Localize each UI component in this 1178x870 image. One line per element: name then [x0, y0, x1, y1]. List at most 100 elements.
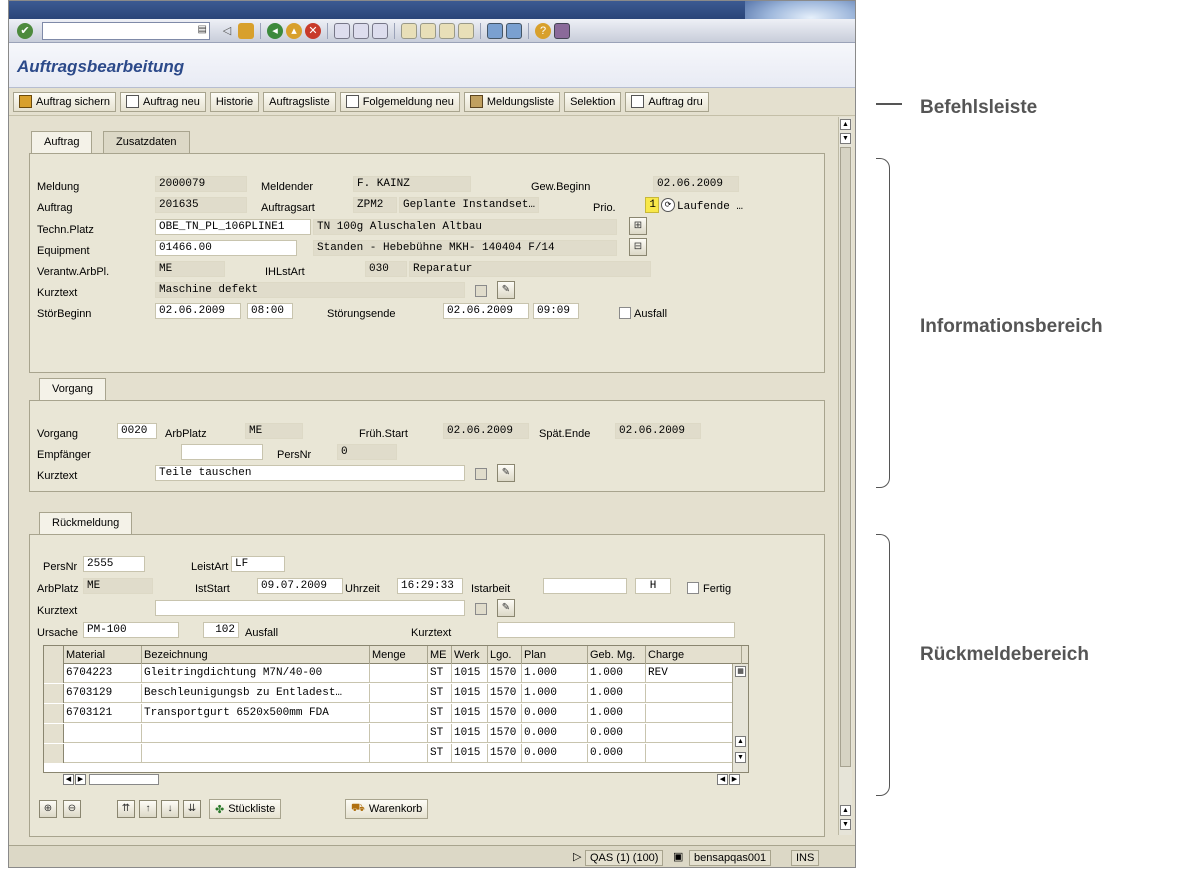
tab-auftrag[interactable]: Auftrag — [31, 131, 93, 153]
selection-button[interactable]: Selektion — [564, 91, 622, 112]
column-header[interactable]: Charge — [646, 646, 742, 664]
auftrag-field[interactable]: 201635 — [155, 197, 247, 213]
table-cell[interactable]: 1015 — [452, 744, 488, 763]
column-header[interactable]: Plan — [522, 646, 588, 664]
table-cell[interactable]: 0.000 — [522, 704, 588, 723]
new-order-button[interactable]: Auftrag neu — [119, 91, 206, 112]
tab-vorgang[interactable]: Vorgang — [39, 378, 106, 400]
table-hscroll-thumb[interactable] — [89, 774, 159, 785]
status-expand-icon[interactable]: ▷ — [569, 850, 585, 866]
scroll-down-arrow[interactable]: ▼ — [840, 133, 851, 144]
first-entry-icon[interactable]: ⇈ — [117, 800, 135, 818]
table-cell[interactable]: Transportgurt 6520x500mm FDA — [142, 704, 370, 723]
table-scroll-up-arrow[interactable]: ▲ — [735, 736, 746, 747]
shortcut-icon[interactable] — [506, 22, 522, 39]
table-cell[interactable] — [646, 704, 742, 723]
table-cell[interactable]: 0.000 — [522, 724, 588, 743]
table-cell[interactable]: ST — [428, 704, 452, 723]
stoerbeginn-date[interactable]: 02.06.2009 — [155, 303, 241, 319]
table-scroll-right-arrow-right[interactable]: ▶ — [729, 774, 740, 785]
ursache-code-field[interactable]: PM-100 — [83, 622, 179, 638]
istarbeit-field[interactable] — [543, 578, 627, 594]
table-cell[interactable] — [370, 664, 428, 683]
refresh-icon[interactable]: ⟳ — [661, 198, 675, 212]
table-cell[interactable]: 6703129 — [64, 684, 142, 703]
table-cell[interactable] — [646, 724, 742, 743]
system-info[interactable]: QAS (1) (100) — [585, 850, 664, 866]
back-arrow-icon[interactable]: ◁ — [219, 23, 235, 39]
column-header[interactable]: Material — [64, 646, 142, 664]
column-header[interactable]: ME — [428, 646, 452, 664]
stoerende-date[interactable]: 02.06.2009 — [443, 303, 529, 319]
next-page-icon[interactable] — [439, 22, 455, 39]
table-cell[interactable] — [64, 744, 142, 763]
table-cell[interactable]: 0.000 — [588, 724, 646, 743]
column-header[interactable]: Menge — [370, 646, 428, 664]
last-entry-icon[interactable]: ⇊ — [183, 800, 201, 818]
unit-field[interactable]: H — [635, 578, 671, 594]
vorgang-field[interactable]: 0020 — [117, 423, 157, 439]
gewbeginn-field[interactable]: 02.06.2009 — [653, 176, 739, 192]
vorgang-longtext-edit-icon[interactable]: ✎ — [497, 464, 515, 482]
table-cell[interactable]: 1015 — [452, 724, 488, 743]
ursache-kurztext-field[interactable] — [497, 622, 735, 638]
rm-persnr-field[interactable]: 2555 — [83, 556, 145, 572]
table-cell[interactable]: 1.000 — [588, 664, 646, 683]
prev-page-icon[interactable] — [420, 22, 436, 39]
next-entry-icon[interactable]: ↓ — [161, 800, 179, 818]
row-selector[interactable] — [44, 704, 64, 723]
melder-field[interactable]: F. KAINZ — [353, 176, 471, 192]
spaetende-field[interactable]: 02.06.2009 — [615, 423, 701, 439]
print-icon[interactable] — [334, 22, 350, 39]
prio-field[interactable]: 1 — [645, 197, 659, 213]
table-cell[interactable]: 1.000 — [588, 684, 646, 703]
first-page-icon[interactable] — [401, 22, 417, 39]
exit-icon[interactable]: ▴ — [286, 22, 302, 39]
equipment-field[interactable]: 01466.00 — [155, 240, 297, 256]
scroll-down-arrow[interactable]: ▼ — [840, 819, 851, 830]
auftragsart-code[interactable]: ZPM2 — [353, 197, 397, 213]
longtext-edit-icon[interactable]: ✎ — [497, 281, 515, 299]
table-scroll-down-arrow[interactable]: ▼ — [735, 752, 746, 763]
persnr-field[interactable]: 0 — [337, 444, 397, 460]
previous-entry-icon[interactable]: ↑ — [139, 800, 157, 818]
save-icon[interactable] — [238, 22, 254, 39]
order-list-button[interactable]: Auftragsliste — [263, 91, 336, 112]
command-history-icon[interactable]: ▤ — [198, 24, 207, 35]
column-header[interactable]: Lgo. — [488, 646, 522, 664]
uhrzeit-field[interactable]: 16:29:33 — [397, 578, 463, 594]
row-selector[interactable] — [44, 724, 64, 743]
structure-list-icon[interactable]: ⊟ — [629, 238, 647, 256]
rm-arbplatz-field[interactable]: ME — [83, 578, 153, 594]
scroll-up-arrow[interactable]: ▲ — [840, 119, 851, 130]
table-cell[interactable]: ST — [428, 664, 452, 683]
meldung-field[interactable]: 2000079 — [155, 176, 247, 192]
back-icon[interactable]: ◂ — [267, 22, 283, 39]
table-cell[interactable] — [370, 744, 428, 763]
table-cell[interactable] — [646, 684, 742, 703]
table-vertical-scrollbar[interactable]: ▦ ▲ ▼ — [732, 664, 748, 772]
scroll-thumb[interactable] — [840, 147, 851, 767]
find-next-icon[interactable] — [372, 22, 388, 39]
table-cell[interactable] — [64, 724, 142, 743]
followup-notification-button[interactable]: Folgemeldung neu — [339, 91, 460, 112]
table-cell[interactable]: Gleitringdichtung M7N/40-00 — [142, 664, 370, 683]
print-order-button[interactable]: Auftrag dru — [625, 91, 709, 112]
vorgang-kurztext-field[interactable]: Teile tauschen — [155, 465, 465, 481]
find-icon[interactable] — [353, 22, 369, 39]
stoerende-time[interactable]: 09:09 — [533, 303, 579, 319]
arbpl-field[interactable]: ME — [155, 261, 225, 277]
table-cell[interactable] — [370, 684, 428, 703]
table-cell[interactable] — [646, 744, 742, 763]
row-selector[interactable] — [44, 684, 64, 703]
table-cell[interactable]: 0.000 — [522, 744, 588, 763]
table-cell[interactable]: 1015 — [452, 684, 488, 703]
table-cell[interactable]: 1570 — [488, 664, 522, 683]
table-cell[interactable]: 1570 — [488, 704, 522, 723]
table-cell[interactable]: 1570 — [488, 684, 522, 703]
notification-list-button[interactable]: Meldungsliste — [463, 91, 561, 112]
table-cell[interactable]: 1570 — [488, 744, 522, 763]
insert-mode[interactable]: INS — [791, 850, 820, 866]
row-selector[interactable] — [44, 664, 64, 683]
column-header[interactable]: Werk — [452, 646, 488, 664]
